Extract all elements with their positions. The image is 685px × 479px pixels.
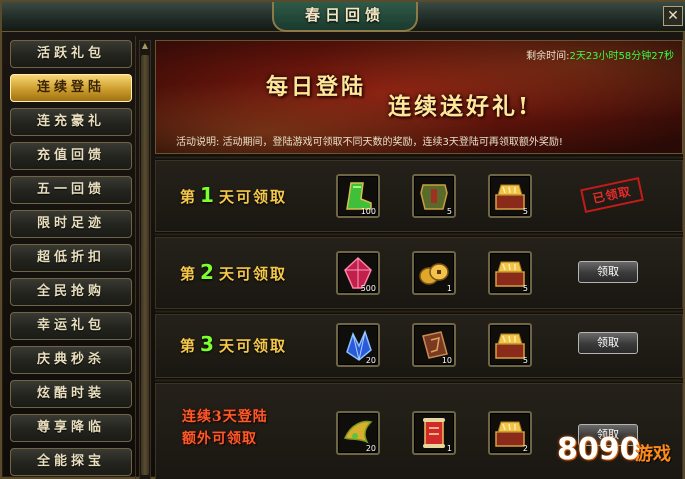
claim-button-day-3[interactable]: 领取 (578, 332, 638, 354)
item-count: 20 (365, 356, 376, 365)
reward-slot[interactable]: 2 (488, 411, 532, 455)
day-suffix: 天可领取 (218, 265, 287, 283)
day-suffix: 天可领取 (218, 337, 287, 355)
item-count: 1 (446, 284, 452, 293)
sidebar-item-fashion[interactable]: 炫酷时装 (10, 380, 132, 408)
reward-row-day-2: 第 2 天可领取 500 1 5 领取 (155, 237, 683, 309)
day-number: 2 (200, 260, 216, 284)
day-prefix: 第 (180, 337, 198, 355)
scroll-thumb[interactable] (141, 55, 149, 475)
item-count: 2 (522, 444, 528, 453)
day-prefix: 第 (180, 265, 198, 283)
sidebar-item-super-discount[interactable]: 超低折扣 (10, 244, 132, 272)
item-count: 5 (522, 284, 528, 293)
bonus-label-line-1: 连续3天登陆 (182, 409, 268, 425)
item-count: 100 (360, 207, 376, 216)
remaining-time-value: 2天23小时58分钟27秒 (569, 51, 674, 62)
item-count: 5 (446, 207, 452, 216)
day-number: 3 (200, 332, 216, 356)
event-window: 春日回馈 ✕ 活跃礼包 连续登陆 连充豪礼 充值回馈 五一回馈 限时足迹 超低折… (0, 0, 685, 479)
sidebar: 活跃礼包 连续登陆 连充豪礼 充值回馈 五一回馈 限时足迹 超低折扣 全民抢购 … (6, 36, 136, 479)
item-count: 10 (441, 356, 452, 365)
remaining-time: 剩余时间:2天23小时58分钟27秒 (526, 47, 674, 62)
sidebar-item-limited-footprint[interactable]: 限时足迹 (10, 210, 132, 238)
day-number: 1 (200, 183, 216, 207)
item-count: 1 (446, 444, 452, 453)
claim-button-day-2[interactable]: 领取 (578, 261, 638, 283)
day-label: 第 3 天可领取 (180, 332, 287, 356)
reward-slot[interactable]: 5 (412, 174, 456, 218)
red-scroll-icon (423, 418, 445, 448)
reward-slot[interactable]: 100 (336, 174, 380, 218)
banner-headline-daily-login: 每日登陆 (266, 74, 367, 100)
item-count: 5 (522, 356, 528, 365)
reward-slot[interactable]: 5 (488, 174, 532, 218)
reward-slot[interactable]: 20 (336, 323, 380, 367)
gold-treasure-box-icon (495, 333, 525, 359)
activity-description: 活动说明: 活动期间，登陆游戏可领取不同天数的奖励，连续3天登陆可再领取额外奖励… (176, 137, 563, 148)
claimed-stamp: 已领取 (580, 177, 644, 213)
sidebar-item-lucky-pack[interactable]: 幸运礼包 (10, 312, 132, 340)
day-label: 第 2 天可领取 (180, 260, 287, 284)
reward-slot[interactable]: 1 (412, 411, 456, 455)
item-count: 500 (360, 284, 376, 293)
sidebar-item-active-gift[interactable]: 活跃礼包 (10, 40, 132, 68)
day-suffix: 天可领取 (218, 188, 287, 206)
item-count: 5 (522, 207, 528, 216)
sidebar-item-recharge-reward[interactable]: 充值回馈 (10, 142, 132, 170)
title-bar: 春日回馈 ✕ (2, 2, 685, 32)
sidebar-item-recharge-gift[interactable]: 连充豪礼 (10, 108, 132, 136)
reward-slot[interactable]: 500 (336, 251, 380, 295)
bonus-label: 连续3天登陆 额外可领取 (182, 406, 268, 450)
reward-slot[interactable]: 1 (412, 251, 456, 295)
watermark-text: 游戏 (635, 444, 671, 465)
sidebar-item-seckill[interactable]: 庆典秒杀 (10, 346, 132, 374)
watermark-number: 8090 (557, 432, 641, 467)
armor-chest-icon (420, 184, 448, 210)
item-count: 20 (365, 444, 376, 453)
sidebar-item-treasure-hunt[interactable]: 全能探宝 (10, 448, 132, 476)
bonus-label-line-2: 额外可领取 (182, 431, 257, 447)
reward-slot[interactable]: 20 (336, 411, 380, 455)
day-label: 第 1 天可领取 (180, 183, 287, 207)
remaining-time-label: 剩余时间: (526, 51, 570, 62)
banner-headline-gifts: 连续送好礼! (388, 93, 532, 120)
sidebar-item-may-day[interactable]: 五一回馈 (10, 176, 132, 204)
close-button[interactable]: ✕ (663, 6, 683, 26)
scroll-up-arrow-icon[interactable]: ▲ (140, 41, 150, 51)
sidebar-item-consecutive-login[interactable]: 连续登陆 (10, 74, 132, 102)
day-prefix: 第 (180, 188, 198, 206)
gold-treasure-box-icon (495, 184, 525, 210)
gold-coin-icon (419, 263, 449, 285)
site-watermark-logo: 8090 游戏 (557, 426, 682, 476)
sidebar-item-vip[interactable]: 尊享降临 (10, 414, 132, 442)
sidebar-item-flash-buy[interactable]: 全民抢购 (10, 278, 132, 306)
reward-row-day-3: 第 3 天可领取 20 10 5 领取 (155, 314, 683, 378)
reward-row-day-1: 第 1 天可领取 100 5 5 已领取 (155, 160, 683, 232)
gold-treasure-box-icon (495, 421, 525, 447)
window-title: 春日回馈 (272, 2, 418, 32)
reward-slot[interactable]: 5 (488, 251, 532, 295)
event-banner: 剩余时间:2天23小时58分钟27秒 每日登陆 连续送好礼! 活动说明: 活动期… (155, 40, 683, 154)
sidebar-scrollbar[interactable]: ▲ (139, 40, 151, 479)
gold-treasure-box-icon (495, 261, 525, 287)
reward-slot[interactable]: 10 (412, 323, 456, 367)
reward-slot[interactable]: 5 (488, 323, 532, 367)
